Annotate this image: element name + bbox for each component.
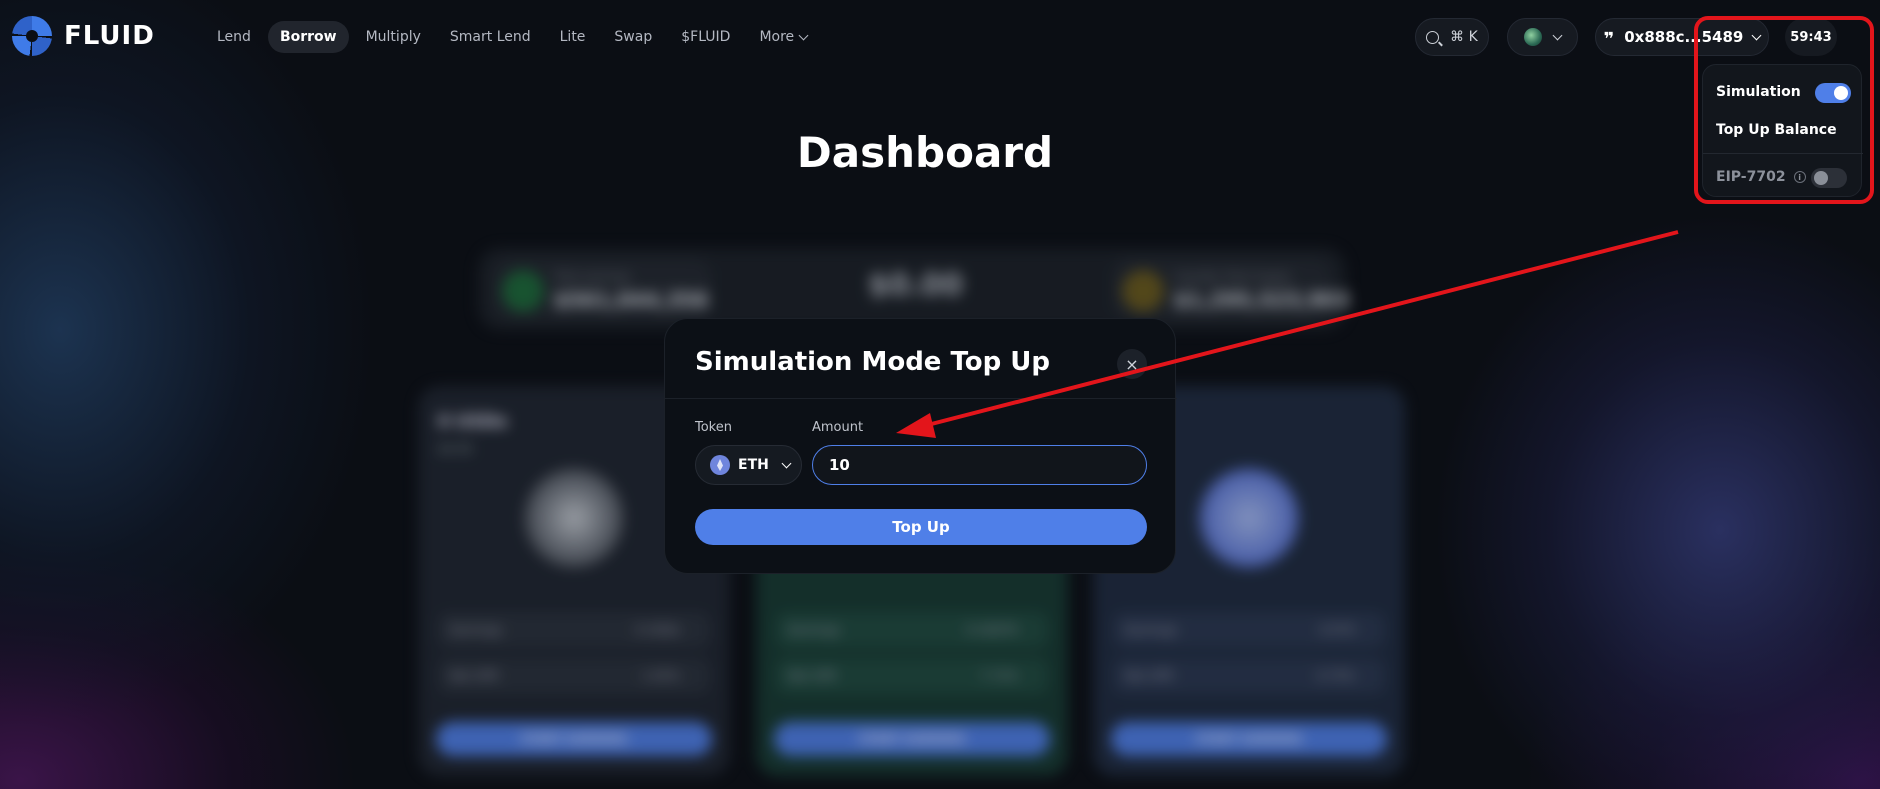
chevron-down-icon (1552, 30, 1563, 40)
nav-borrow[interactable]: Borrow (267, 21, 349, 53)
top-up-modal: Simulation Mode Top Up × Token Amount ET… (664, 318, 1177, 574)
card-subtitle: $0.00 (438, 442, 473, 456)
earnings-label: Earnings (1125, 623, 1178, 637)
wallet-avatar-icon: ❞ (1603, 29, 1615, 50)
close-icon: × (1125, 354, 1139, 374)
earnings-value: 0 USDT0 (965, 623, 1018, 637)
token-value: ETH (738, 457, 769, 473)
total-earnings-box: Total earnings $561,044,356 (492, 258, 712, 320)
nav-fluid-token[interactable]: $FLUID (669, 21, 742, 53)
nav-more-label: More (759, 29, 795, 45)
page-title: Dashboard (796, 128, 1054, 177)
brand-name: FLUID (64, 21, 155, 51)
eth-coin-icon (1199, 468, 1299, 568)
earnings-row: Earnings 0 USDT0 (776, 612, 1048, 648)
earnings-label: Earnings (788, 623, 841, 637)
nav-swap[interactable]: Swap (602, 21, 664, 53)
apr-value: 0.75% (1316, 669, 1355, 683)
start-earning-button[interactable]: START EARNING (774, 722, 1050, 756)
network-icon (1524, 28, 1542, 46)
search-button[interactable]: ⌘ K (1415, 18, 1489, 56)
close-button[interactable]: × (1117, 349, 1147, 379)
apr-row: Net APR 0.75% (1113, 658, 1385, 694)
apr-value: 1.05% (641, 669, 680, 683)
nav-smart-lend[interactable]: Smart Lend (438, 21, 543, 53)
nav-lite[interactable]: Lite (548, 21, 598, 53)
apr-label: Net APR (788, 669, 837, 683)
apr-label: Net APR (450, 669, 499, 683)
page: Total earnings $561,044,356 $0.00 Liquid… (0, 0, 1880, 789)
apr-label: Net APR (1125, 669, 1174, 683)
token-selector[interactable]: ETH (695, 445, 802, 485)
amount-label: Amount (812, 420, 864, 435)
earnings-row: Earnings 0 ETH (1113, 612, 1385, 648)
chevron-down-icon (798, 30, 809, 40)
main-nav: Lend Borrow Multiply Smart Lend Lite Swa… (205, 21, 824, 53)
fluid-logo[interactable]: FLUID (12, 16, 155, 56)
total-supply-value: $1,295,523,903 (1174, 288, 1350, 312)
usdc-coin-icon (524, 468, 624, 568)
start-earning-button[interactable]: START EARNING (436, 722, 712, 756)
token-label: Token (695, 420, 732, 435)
search-shortcut: ⌘ K (1450, 29, 1478, 45)
top-up-button[interactable]: Top Up (695, 509, 1147, 545)
chevron-down-icon (781, 458, 792, 468)
top-header: FLUID Lend Borrow Multiply Smart Lend Li… (0, 0, 1880, 74)
search-icon (1426, 30, 1440, 44)
earnings-row: Earnings 0 USDe (438, 612, 710, 648)
eth-icon (710, 455, 730, 475)
start-earning-button[interactable]: START EARNING (1111, 722, 1387, 756)
supply-icon (1122, 270, 1164, 312)
modal-title: Simulation Mode Top Up (695, 347, 1051, 377)
nav-lend[interactable]: Lend (205, 21, 263, 53)
total-supply-box: Liquidity Total Supply $1,295,523,903 (1112, 258, 1350, 320)
network-selector[interactable] (1507, 18, 1578, 56)
modal-divider (665, 398, 1177, 399)
amount-input[interactable] (812, 445, 1147, 485)
nav-multiply[interactable]: Multiply (354, 21, 433, 53)
total-supply-label: Liquidity Total Supply (1174, 270, 1292, 283)
total-earnings-value: $561,044,356 (554, 288, 709, 312)
earnings-value: 0 USDe (635, 623, 680, 637)
balance-value: $0.00 (868, 268, 963, 303)
apr-row: Net APR 1.05% (438, 658, 710, 694)
apr-value: 7.72% (979, 669, 1018, 683)
earnings-value: 0 ETH (1319, 623, 1355, 637)
card-title: 0 USDe (438, 412, 508, 432)
dollar-icon (502, 270, 544, 312)
apr-row: Net APR 7.72% (776, 658, 1048, 694)
total-earnings-label: Total earnings (554, 270, 631, 283)
nav-more[interactable]: More (747, 21, 819, 53)
earnings-label: Earnings (450, 623, 503, 637)
fluid-logo-icon (12, 16, 52, 56)
